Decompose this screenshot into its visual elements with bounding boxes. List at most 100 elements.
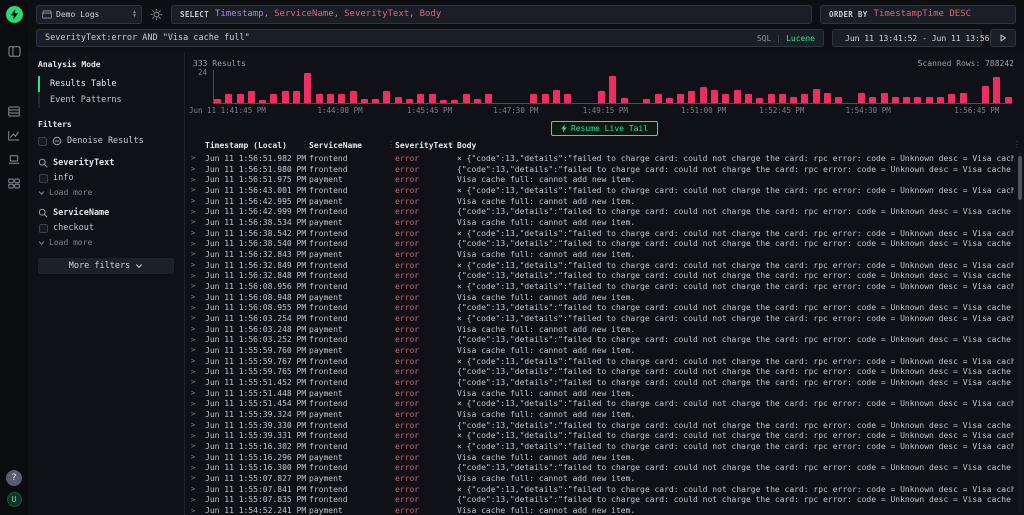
table-row[interactable]: >Jun 11 1:54:52.241 PMpaymenterrorVisa c…: [191, 505, 1014, 515]
table-row[interactable]: >Jun 11 1:56:38.534 PMpaymenterrorVisa c…: [191, 217, 1014, 228]
histogram-bar[interactable]: [395, 97, 402, 104]
table-row[interactable]: >Jun 11 1:55:16.300 PMfrontenderror{"cod…: [191, 462, 1014, 473]
histogram-bar[interactable]: [530, 94, 537, 103]
expand-icon[interactable]: >: [191, 218, 205, 226]
histogram-bar[interactable]: [722, 94, 729, 103]
histogram-bar[interactable]: [734, 90, 741, 103]
search-input[interactable]: SeverityText:error AND "Visa cache full"…: [36, 29, 824, 47]
expand-icon[interactable]: >: [191, 400, 205, 408]
table-row[interactable]: >Jun 11 1:56:08.955 PMfrontenderror{"cod…: [191, 302, 1014, 313]
table-row[interactable]: >Jun 11 1:56:43.001 PMfrontenderror× {"c…: [191, 185, 1014, 196]
table-row[interactable]: >Jun 11 1:56:03.248 PMpaymenterrorVisa c…: [191, 324, 1014, 335]
histogram-bar[interactable]: [914, 97, 921, 104]
histogram-bar[interactable]: [881, 93, 888, 103]
histogram-bar[interactable]: [237, 94, 244, 103]
mode-lucene-label[interactable]: Lucene: [786, 34, 815, 43]
histogram-bar[interactable]: [937, 97, 944, 104]
date-range-picker[interactable]: Jun 11 13:41:52 - Jun 11 13:56:52: [832, 29, 982, 47]
histogram-bar[interactable]: [858, 93, 865, 103]
filter-checkbox-info[interactable]: [39, 174, 48, 183]
table-row[interactable]: >Jun 11 1:55:51.454 PMfrontenderror× {"c…: [191, 398, 1014, 409]
histogram-bar[interactable]: [688, 91, 695, 103]
histogram-bar[interactable]: [383, 91, 390, 103]
expand-icon[interactable]: >: [191, 272, 205, 280]
expand-icon[interactable]: >: [191, 442, 205, 450]
expand-icon[interactable]: >: [191, 208, 205, 216]
app-logo-lightning-icon[interactable]: [6, 6, 23, 23]
histogram-bar[interactable]: [869, 97, 876, 104]
scrollbar-thumb[interactable]: [1018, 156, 1022, 200]
column-resize-handle[interactable]: ⋮: [1013, 140, 1021, 149]
histogram-bar[interactable]: [993, 77, 1000, 103]
nav-laptop-icon[interactable]: [3, 149, 25, 169]
expand-icon[interactable]: >: [191, 240, 205, 248]
filter-group-header[interactable]: ServiceName: [38, 208, 174, 218]
denoise-checkbox[interactable]: [38, 137, 47, 146]
table-row[interactable]: >Jun 11 1:55:07.841 PMfrontenderror× {"c…: [191, 484, 1014, 495]
table-row[interactable]: >Jun 11 1:55:51.448 PMpaymenterrorVisa c…: [191, 388, 1014, 399]
histogram-bar[interactable]: [440, 100, 447, 103]
load-more-servicename[interactable]: Load more: [38, 238, 174, 247]
histogram-bar[interactable]: [598, 91, 605, 103]
histogram-bar[interactable]: [451, 100, 458, 103]
expand-icon[interactable]: >: [191, 464, 205, 472]
table-row[interactable]: >Jun 11 1:55:07.827 PMpaymenterrorVisa c…: [191, 473, 1014, 484]
table-row[interactable]: >Jun 11 1:56:32.843 PMpaymenterrorVisa c…: [191, 249, 1014, 260]
expand-icon[interactable]: >: [191, 325, 205, 333]
expand-icon[interactable]: >: [191, 378, 205, 386]
histogram-bar[interactable]: [293, 91, 300, 103]
histogram-bar[interactable]: [406, 99, 413, 103]
expand-icon[interactable]: >: [191, 421, 205, 429]
table-row[interactable]: >Jun 11 1:55:59.760 PMpaymenterrorVisa c…: [191, 345, 1014, 356]
histogram-bar[interactable]: [643, 99, 650, 103]
table-row[interactable]: >Jun 11 1:55:39.331 PMfrontenderror× {"c…: [191, 430, 1014, 441]
expand-icon[interactable]: >: [191, 154, 205, 162]
expand-icon[interactable]: >: [191, 282, 205, 290]
expand-icon[interactable]: >: [191, 368, 205, 376]
histogram-bar[interactable]: [666, 98, 673, 103]
expand-icon[interactable]: >: [191, 453, 205, 461]
histogram-bar[interactable]: [316, 94, 323, 103]
histogram-bar[interactable]: [813, 89, 820, 103]
filter-group-header[interactable]: SeverityText: [38, 158, 174, 168]
table-row[interactable]: >Jun 11 1:56:08.948 PMpaymenterrorVisa c…: [191, 292, 1014, 303]
expand-icon[interactable]: >: [191, 293, 205, 301]
table-row[interactable]: >Jun 11 1:56:42.999 PMfrontenderror{"cod…: [191, 206, 1014, 217]
histogram-bar[interactable]: [463, 94, 470, 103]
expand-icon[interactable]: >: [191, 496, 205, 504]
table-row[interactable]: >Jun 11 1:56:03.254 PMfrontenderror× {"c…: [191, 313, 1014, 324]
mode-sql-label[interactable]: SQL: [757, 34, 771, 43]
table-row[interactable]: >Jun 11 1:55:16.296 PMpaymenterrorVisa c…: [191, 452, 1014, 463]
expand-icon[interactable]: >: [191, 346, 205, 354]
table-row[interactable]: >Jun 11 1:56:32.848 PMfrontenderror{"cod…: [191, 270, 1014, 281]
expand-icon[interactable]: >: [191, 197, 205, 205]
histogram-bar[interactable]: [768, 94, 775, 103]
expand-icon[interactable]: >: [191, 176, 205, 184]
expand-icon[interactable]: >: [191, 186, 205, 194]
table-row[interactable]: >Jun 11 1:56:38.540 PMfrontenderror{"cod…: [191, 238, 1014, 249]
histogram-bar[interactable]: [350, 91, 357, 103]
order-by-editor[interactable]: ORDER BY TimestampTime DESC: [820, 5, 1016, 24]
histogram-bar[interactable]: [779, 94, 786, 103]
table-row[interactable]: >Jun 11 1:55:59.767 PMfrontenderror× {"c…: [191, 356, 1014, 367]
histogram-bar[interactable]: [327, 94, 334, 103]
table-row[interactable]: >Jun 11 1:56:51.975 PMpaymenterrorVisa c…: [191, 174, 1014, 185]
histogram-bar[interactable]: [417, 94, 424, 103]
nav-chart-icon[interactable]: [3, 125, 25, 145]
histogram-bar[interactable]: [903, 97, 910, 104]
load-more-severitytext[interactable]: Load more: [38, 188, 174, 197]
expand-icon[interactable]: >: [191, 507, 205, 515]
sidebar-toggle-icon[interactable]: [3, 41, 25, 61]
mode-event-patterns[interactable]: Event Patterns: [38, 92, 174, 108]
expand-icon[interactable]: >: [191, 410, 205, 418]
expand-icon[interactable]: >: [191, 357, 205, 365]
column-resize-handle[interactable]: ⋮: [387, 140, 395, 149]
histogram-bar[interactable]: [824, 93, 831, 103]
vertical-scrollbar[interactable]: [1018, 152, 1022, 512]
histogram-bar[interactable]: [282, 91, 289, 103]
histogram-bar[interactable]: [926, 97, 933, 104]
expand-icon[interactable]: >: [191, 250, 205, 258]
histogram-bar[interactable]: [474, 99, 481, 103]
histogram-bar[interactable]: [835, 97, 842, 104]
histogram-bar[interactable]: [756, 98, 763, 103]
